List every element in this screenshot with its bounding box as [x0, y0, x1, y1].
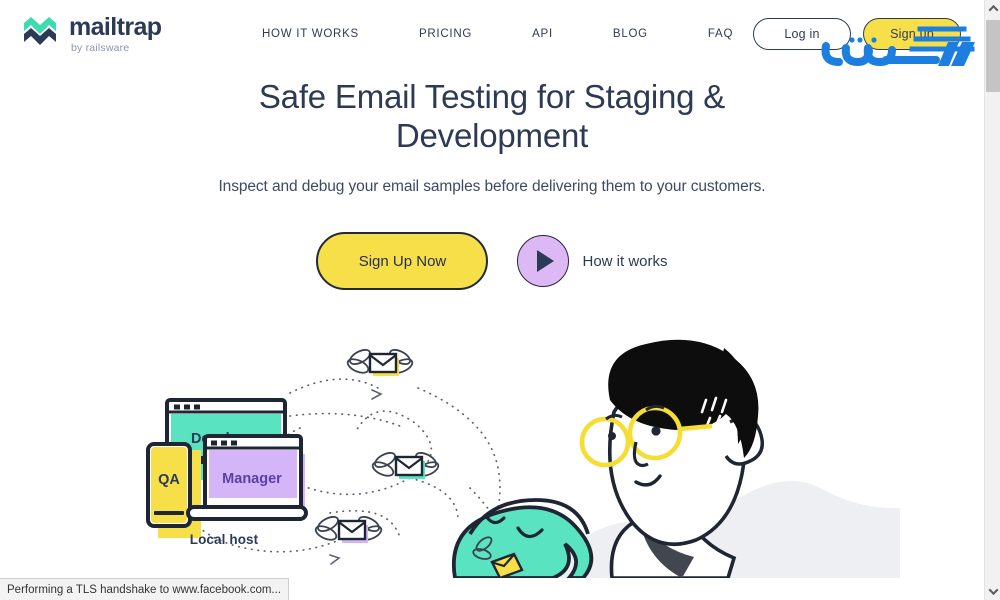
how-it-works-video-button[interactable]: How it works	[517, 235, 668, 288]
brand-name: mailtrap	[69, 12, 162, 41]
chevron-up-icon[interactable]	[985, 0, 1000, 17]
hero-section: Safe Email Testing for Staging & Develop…	[0, 78, 984, 291]
page-title: Safe Email Testing for Staging & Develop…	[258, 78, 726, 154]
browser-status-bar: Performing a TLS handshake to www.facebo…	[0, 578, 290, 600]
play-triangle-icon[interactable]	[517, 235, 570, 288]
sign-up-now-button[interactable]: Sign Up Now	[316, 232, 489, 291]
hero-illustration: Developer QA Manager	[0, 338, 984, 578]
nav-item-blog[interactable]: BLOG	[613, 24, 648, 44]
play-glyph	[537, 250, 555, 273]
chevron-down-glyph	[988, 585, 998, 596]
scrollbar-thumb[interactable]	[986, 20, 1000, 92]
illustration-manager-label: Manager	[222, 471, 282, 487]
brand-logo-link[interactable]: mailtrap by railsware	[20, 12, 162, 54]
chevron-down-icon[interactable]	[985, 583, 1000, 600]
vertical-scrollbar[interactable]	[984, 0, 1000, 600]
brand-tagline: by railsware	[71, 41, 130, 54]
status-bar-text: Performing a TLS handshake to www.facebo…	[7, 583, 282, 596]
main-navigation: HOW IT WORKS PRICING API BLOG FAQ	[262, 24, 733, 44]
illustration-qa-label: QA	[158, 472, 180, 488]
mailtrap-hexagon-m-logo-icon	[20, 14, 60, 54]
how-it-works-label: How it works	[582, 252, 668, 270]
web-page-content: mailtrap by railsware HOW IT WORKS PRICI…	[0, 0, 984, 578]
browser-window: mailtrap by railsware HOW IT WORKS PRICI…	[0, 0, 1000, 600]
log-in-button[interactable]: Log in	[753, 18, 851, 50]
hero-cta-group: Sign Up Now How it works	[0, 232, 984, 291]
chevron-up-glyph	[988, 4, 998, 15]
nav-item-how-it-works[interactable]: HOW IT WORKS	[262, 24, 359, 44]
nav-item-faq[interactable]: FAQ	[708, 24, 733, 44]
header-actions: Log in Sign up	[753, 18, 961, 50]
brand-wordmark: mailtrap by railsware	[69, 12, 162, 54]
nav-item-pricing[interactable]: PRICING	[419, 24, 472, 44]
hero-subtitle: Inspect and debug your email samples bef…	[218, 178, 766, 196]
sign-up-button[interactable]: Sign up	[863, 18, 961, 50]
site-header: mailtrap by railsware HOW IT WORKS PRICI…	[0, 0, 984, 68]
nav-item-api[interactable]: API	[532, 24, 553, 44]
localhost-label: Local host	[189, 532, 259, 547]
